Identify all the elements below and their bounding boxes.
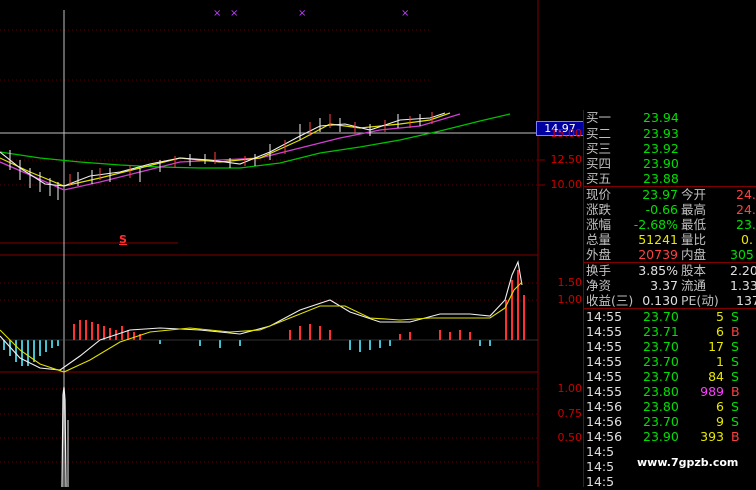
top-marker: × bbox=[230, 8, 239, 19]
trade-row: 14:55 23.71 6 B bbox=[586, 324, 740, 339]
ma-line-yellow bbox=[0, 112, 451, 187]
panel-border bbox=[583, 110, 584, 487]
order-book-row: 买二 23.93 bbox=[586, 126, 679, 141]
macd-histogram-negative bbox=[3, 340, 491, 366]
price-axis-label: 15.00 bbox=[550, 127, 583, 140]
quote-row: 涨幅 -2.68% 最低 23. bbox=[586, 217, 756, 232]
trade-row: 14:55 23.70 5 S bbox=[586, 309, 739, 324]
quote-row: 涨跌 -0.66 最高 24. bbox=[586, 202, 756, 217]
quote-row: 总量 51241 量比 0. bbox=[586, 232, 753, 247]
trade-row: 14:5 bbox=[586, 459, 615, 474]
trade-row: 14:55 23.70 84 S bbox=[586, 369, 739, 384]
trade-row: 14:55 23.70 17 S bbox=[586, 339, 739, 354]
price-axis-label: 12.50 bbox=[550, 153, 583, 166]
volume-axis-label: 1.00 bbox=[557, 382, 583, 395]
order-book-row: 买一 23.94 bbox=[586, 110, 679, 125]
top-marker: × bbox=[401, 8, 410, 19]
order-book-row: 买三 23.92 bbox=[586, 141, 679, 156]
top-marker: × bbox=[213, 8, 222, 19]
order-book-row: 买五 23.88 bbox=[586, 171, 679, 186]
quote-row: 外盘 20739 内盘 305 bbox=[586, 247, 754, 262]
stats-row: 净资 3.37 流通 1.33 bbox=[586, 278, 756, 293]
volume-axis-label: 0.75 bbox=[557, 407, 583, 420]
quote-row: 现价 23.97 今开 24. bbox=[586, 187, 756, 202]
trade-row: 14:5 bbox=[586, 474, 615, 489]
trade-row: 14:55 23.80 989 B bbox=[586, 384, 740, 399]
trade-row: 14:56 23.70 9 S bbox=[586, 414, 739, 429]
price-axis-label: 10.00 bbox=[550, 178, 583, 191]
trade-row: 14:5 bbox=[586, 444, 615, 459]
macd-axis-label: 1.50 bbox=[557, 276, 583, 289]
top-marker: × bbox=[298, 8, 307, 19]
trade-row: 14:56 23.80 6 S bbox=[586, 399, 739, 414]
ma-line-white bbox=[0, 112, 446, 187]
order-book-row: 买四 23.90 bbox=[586, 156, 679, 171]
macd-dea-line bbox=[0, 281, 523, 373]
watermark: www.7gpzb.com bbox=[637, 456, 739, 469]
macd-dif-line bbox=[0, 260, 523, 371]
trade-row: 14:56 23.90 393 B bbox=[586, 429, 740, 444]
stats-row: 换手 3.85% 股本 2.20 bbox=[586, 263, 756, 278]
macd-axis-label: 1.00 bbox=[557, 293, 583, 306]
volume-axis-label: 0.50 bbox=[557, 431, 583, 444]
trade-row: 14:55 23.70 1 S bbox=[586, 354, 739, 369]
sell-signal-marker: S bbox=[119, 233, 127, 246]
stats-row: 收益(三) 0.130 PE(动) 137 bbox=[586, 293, 756, 308]
